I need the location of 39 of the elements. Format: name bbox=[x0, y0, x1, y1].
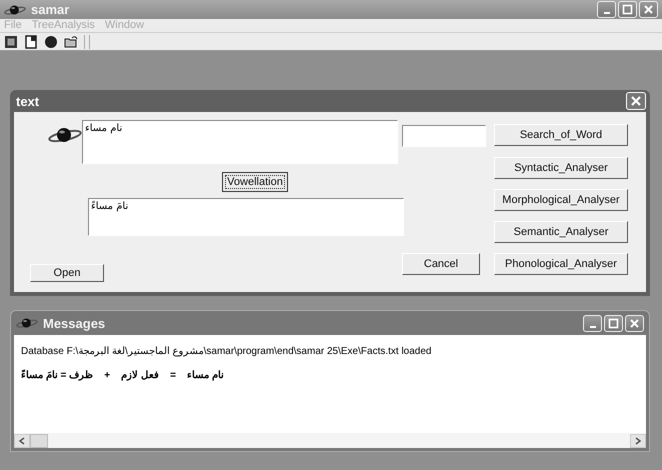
message-line: Database F:\مشروع الماجستير\لغة البرمجة\samar\program\end\samar 25\Exe\Facts.txt loaded bbox=[21, 346, 432, 357]
planet-icon bbox=[16, 316, 38, 330]
maximize-button[interactable] bbox=[604, 314, 623, 332]
analyser-button[interactable]: Syntactic_Analyser bbox=[494, 157, 628, 179]
maximize-icon bbox=[608, 318, 619, 328]
analyser-button[interactable]: Morphological_Analyser bbox=[494, 189, 628, 211]
minimize-icon bbox=[590, 326, 596, 328]
planet-icon bbox=[4, 2, 26, 16]
maximize-button[interactable] bbox=[618, 1, 637, 18]
analyser-button[interactable]: Search_of_Word bbox=[494, 124, 628, 146]
message-line: نام مساء = فعل لازم + ظرف = نامَ مساءً bbox=[21, 369, 224, 381]
new-document-icon[interactable] bbox=[24, 34, 38, 48]
close-button[interactable] bbox=[625, 314, 644, 332]
folder-icon[interactable] bbox=[64, 34, 78, 48]
minimize-button[interactable] bbox=[583, 314, 602, 332]
window-title: Messages bbox=[43, 316, 106, 330]
vowellation-button[interactable]: Vowellation bbox=[222, 172, 288, 192]
minimize-icon bbox=[604, 12, 610, 14]
scroll-thumb[interactable] bbox=[30, 434, 48, 448]
open-button[interactable]: Open bbox=[30, 264, 104, 282]
circle-icon[interactable] bbox=[44, 34, 58, 48]
maximize-icon bbox=[622, 4, 633, 15]
close-icon bbox=[630, 95, 642, 107]
input-field[interactable]: نام مساء bbox=[82, 120, 398, 164]
minimize-button[interactable] bbox=[597, 1, 616, 18]
close-icon bbox=[629, 318, 640, 328]
analyser-button[interactable]: Semantic_Analyser bbox=[494, 221, 628, 243]
window-title: samar bbox=[31, 2, 70, 17]
close-button[interactable] bbox=[639, 1, 658, 18]
stop-icon[interactable] bbox=[4, 34, 18, 48]
search-field[interactable] bbox=[402, 125, 486, 147]
cancel-button[interactable]: Cancel bbox=[402, 253, 480, 275]
planet-icon bbox=[48, 125, 82, 145]
scroll-left-button[interactable] bbox=[14, 434, 30, 448]
dialog-title: text bbox=[16, 94, 40, 108]
close-icon bbox=[643, 4, 654, 15]
analyser-button[interactable]: Phonological_Analyser bbox=[494, 253, 628, 275]
scroll-right-button[interactable] bbox=[630, 434, 646, 448]
output-field[interactable]: نامَ مساءً bbox=[88, 198, 404, 236]
